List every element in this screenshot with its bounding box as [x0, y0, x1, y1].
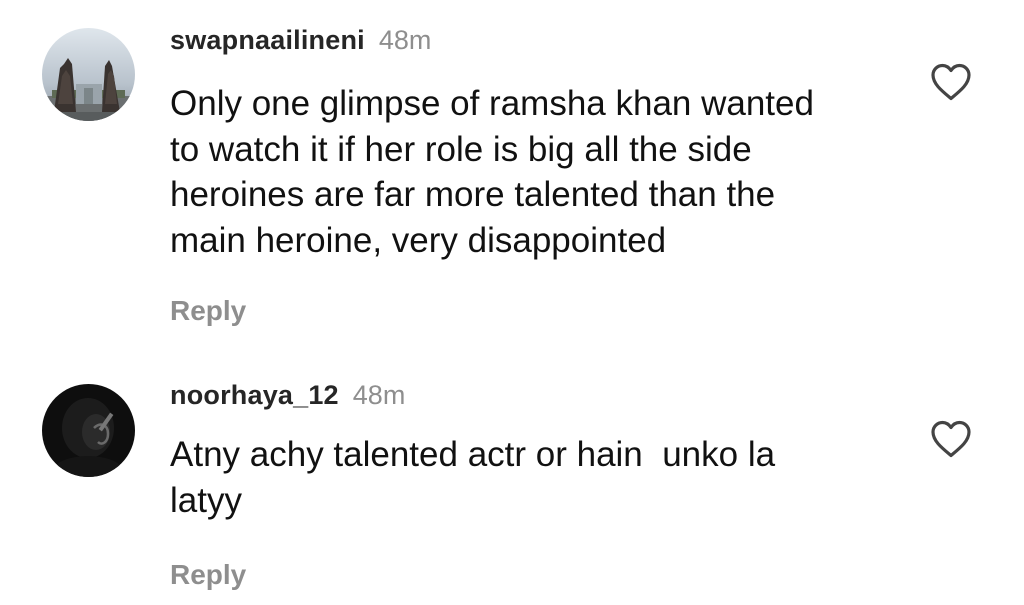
avatar[interactable] — [42, 384, 135, 477]
comment-content: swapnaailineni 48m Only one glimpse of r… — [170, 25, 890, 327]
dark-portrait-avatar-image — [42, 384, 135, 477]
reply-button[interactable]: Reply — [170, 295, 246, 327]
comment-item: noorhaya_12 48m Atny achy talented actr … — [0, 368, 1024, 605]
avatar[interactable] — [42, 28, 135, 121]
heart-icon[interactable] — [930, 420, 972, 458]
temple-gate-avatar-image — [42, 28, 135, 121]
heart-outline-icon — [931, 420, 971, 458]
timestamp: 48m — [352, 380, 406, 410]
heart-outline-icon — [931, 63, 971, 101]
username[interactable]: swapnaailineni — [170, 25, 365, 56]
username[interactable]: noorhaya_12 — [170, 380, 339, 411]
comment-header: noorhaya_12 48m — [170, 380, 890, 416]
timestamp: 48m — [378, 25, 432, 55]
comment-item: swapnaailineni 48m Only one glimpse of r… — [0, 0, 1024, 330]
comment-header: swapnaailineni 48m — [170, 25, 890, 61]
reply-button[interactable]: Reply — [170, 559, 246, 591]
heart-icon[interactable] — [930, 63, 972, 101]
comment-text: Only one glimpse of ramsha khan wanted t… — [170, 84, 814, 260]
comment-content: noorhaya_12 48m Atny achy talented actr … — [170, 380, 890, 591]
comment-text: Atny achy talented actr or hain unko la … — [170, 435, 776, 520]
